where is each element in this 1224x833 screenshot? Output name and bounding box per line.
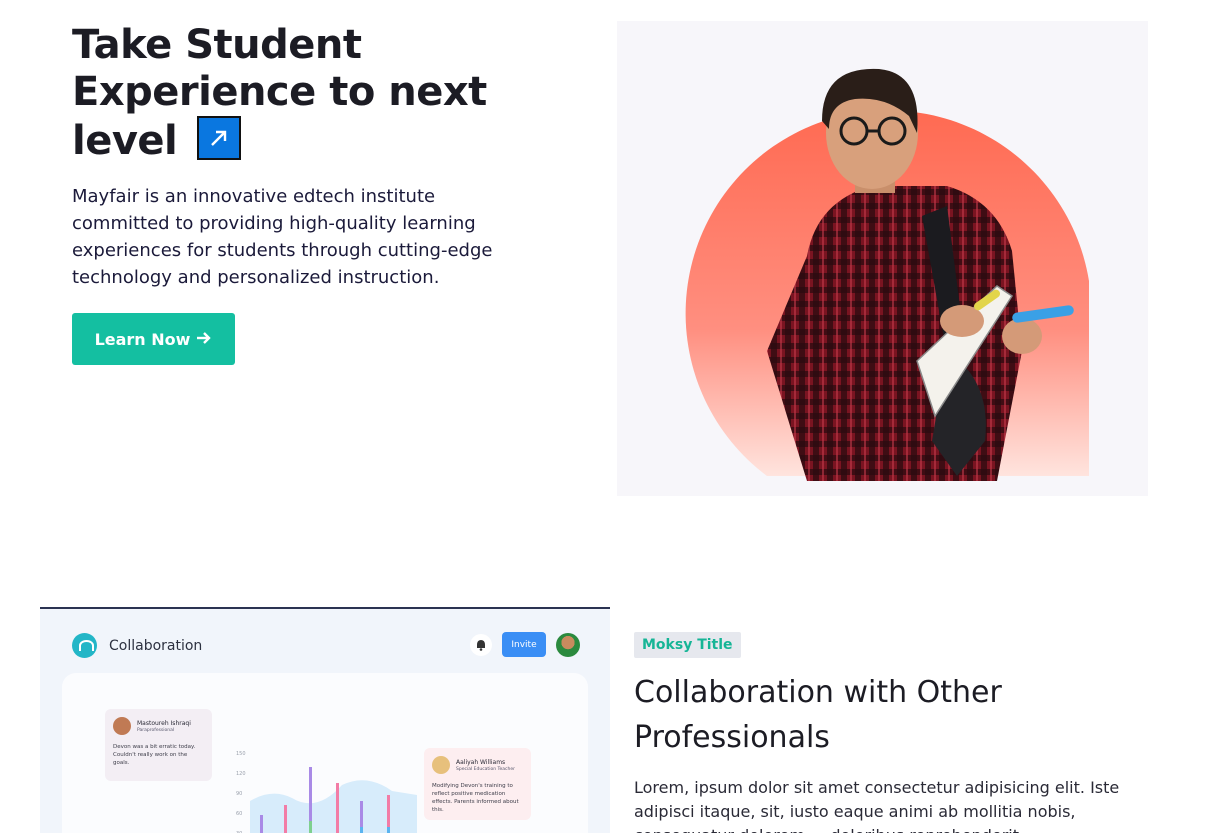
avatar [432,756,450,774]
collaboration-app-preview: Collaboration Invite Mastoureh Ishraqi P… [40,607,610,833]
comment-card: Mastoureh Ishraqi Paraprofessional Devon… [105,709,212,781]
comment-card: Aaliyah Williams Special Education Teach… [424,748,531,820]
hero-title-text: Take Student Experience to next level [72,22,487,164]
mock-panel: Mastoureh Ishraqi Paraprofessional Devon… [62,673,588,833]
chart-bar [387,827,390,833]
y-tick-label: 120 [236,771,246,777]
hero-text: Take Student Experience to next level Ma… [72,22,552,365]
bell-icon[interactable] [470,633,492,656]
mock-actions: Invite [470,632,580,657]
y-tick-label: 150 [236,751,246,757]
chart-bar [260,815,263,833]
arrow-up-right-icon [196,116,241,160]
invite-button[interactable]: Invite [502,632,546,657]
mini-chart: 150 120 90 60 30 [236,751,417,833]
hero-description: Mayfair is an innovative edtech institut… [72,186,493,288]
section-body: Lorem, ipsum dolor sit amet consectetur … [634,778,1120,833]
mock-header: Collaboration [72,633,202,658]
card-message: Devon was a bit erratic today. Couldn't … [113,744,196,766]
app-logo-icon [72,633,97,658]
chart-bar [284,805,287,833]
user-avatar[interactable] [556,632,580,657]
card-role: Special Education Teacher [456,766,515,772]
chart-bar [309,821,312,833]
chart-bar [360,827,363,833]
arrow-right-icon [196,330,212,349]
hero-title: Take Student Experience to next level [72,22,552,165]
section-title: Collaboration with Other Professionals [634,675,1002,755]
collaboration-section: Moksy Title Collaboration with Other Pro… [634,632,1174,833]
card-name: Aaliyah Williams [456,758,506,766]
app-title: Collaboration [109,637,203,654]
y-tick-label: 90 [236,791,242,797]
y-tick-label: 60 [236,811,242,817]
card-message: Modifying Devon's training to reflect po… [432,783,519,813]
avatar [113,717,131,735]
hero-image [617,21,1148,496]
card-role: Paraprofessional [137,727,175,733]
card-name: Mastoureh Ishraqi [137,719,191,727]
student-photo [685,68,1089,481]
learn-now-button[interactable]: Learn Now [72,313,235,365]
section-tag: Moksy Title [634,632,741,658]
learn-now-label: Learn Now [94,329,191,349]
chart-bar [336,783,339,833]
